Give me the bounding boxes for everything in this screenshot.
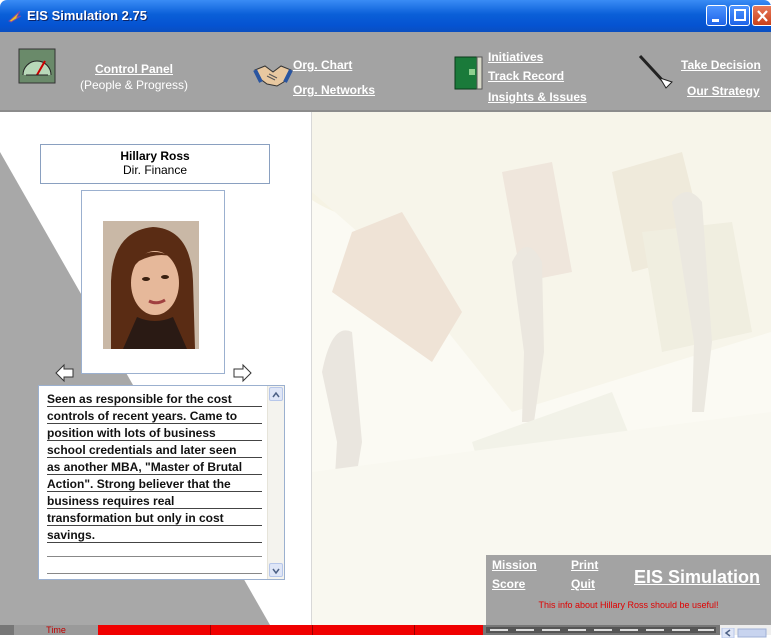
take-decision-link[interactable]: Take Decision <box>681 58 761 72</box>
bio-line: savings. <box>47 528 96 542</box>
maximize-button[interactable] <box>729 5 750 26</box>
content-area: Hillary Ross Dir. Finance Seen as respon… <box>0 112 771 625</box>
maximize-icon <box>734 9 746 21</box>
time-separator <box>414 625 415 635</box>
chevron-up-icon <box>272 391 280 398</box>
gauge-icon[interactable] <box>18 48 56 84</box>
horizontal-scrollbar[interactable] <box>720 625 771 639</box>
quit-link[interactable]: Quit <box>571 577 595 591</box>
chevron-down-icon <box>272 568 280 575</box>
time-separator <box>210 625 211 635</box>
eis-app-icon <box>8 10 22 23</box>
org-chart-link[interactable]: Org. Chart <box>293 58 352 72</box>
window-title: EIS Simulation 2.75 <box>27 8 147 23</box>
time-label: Time <box>14 625 98 635</box>
close-button[interactable] <box>752 5 771 26</box>
print-link[interactable]: Print <box>571 558 598 572</box>
org-networks-link[interactable]: Org. Networks <box>293 83 375 97</box>
background-scene <box>312 112 771 625</box>
minimize-icon <box>712 19 719 22</box>
info-panel: Mission Score Print Quit EIS Simulation … <box>486 555 771 625</box>
control-panel-link[interactable]: Control Panel <box>95 62 173 76</box>
bio-line: Seen as responsible for the cost <box>47 392 232 406</box>
info-message: This info about Hillary Ross should be u… <box>538 600 719 610</box>
empty-line <box>47 573 262 574</box>
bio-line: position with lots of business <box>47 426 216 440</box>
person-role: Dir. Finance <box>122 163 188 177</box>
bio-line: controls of recent years. Came to <box>47 409 238 423</box>
brand-title: EIS Simulation <box>634 567 761 587</box>
insights-issues-link[interactable]: Insights & Issues <box>488 90 587 104</box>
next-arrow-icon[interactable] <box>232 363 252 383</box>
handshake-icon[interactable] <box>253 56 293 90</box>
score-link[interactable]: Score <box>492 577 525 591</box>
photo-frame <box>81 190 225 374</box>
our-strategy-link[interactable]: Our Strategy <box>687 84 760 98</box>
pointer-icon[interactable] <box>636 52 676 92</box>
minimize-button[interactable] <box>706 5 727 26</box>
empty-line <box>47 556 262 557</box>
bio-line: business requires real <box>47 494 175 508</box>
person-name-card: Hillary Ross Dir. Finance <box>40 144 270 184</box>
main-toolbar: Control Panel (People & Progress) Org. C… <box>0 32 771 112</box>
scroll-down-button[interactable] <box>269 563 283 577</box>
time-separator <box>312 625 313 635</box>
control-panel-subtitle: (People & Progress) <box>80 78 189 92</box>
person-photo <box>103 221 199 349</box>
mission-link[interactable]: Mission <box>492 558 537 572</box>
time-progress-bar <box>98 625 483 635</box>
bio-text: Seen as responsible for the cost control… <box>47 391 262 544</box>
previous-arrow-icon[interactable] <box>55 363 75 383</box>
segment-dashes <box>486 627 716 633</box>
bio-line: as another MBA, "Master of Brutal <box>47 460 243 474</box>
bio-scrollbar[interactable] <box>267 386 284 579</box>
profile-panel: Hillary Ross Dir. Finance Seen as respon… <box>0 112 312 625</box>
scroll-up-button[interactable] <box>269 387 283 401</box>
faded-people-illustration <box>312 112 771 625</box>
initiatives-link[interactable]: Initiatives <box>488 50 543 64</box>
close-icon <box>757 10 768 22</box>
book-icon[interactable] <box>453 55 485 91</box>
bio-line: transformation but only in cost <box>47 511 224 525</box>
person-name: Hillary Ross <box>120 149 190 163</box>
chevron-left-icon[interactable] <box>720 627 771 639</box>
title-bar: EIS Simulation 2.75 <box>0 0 771 32</box>
bio-line: school credentials and later seen <box>47 443 237 457</box>
track-record-link[interactable]: Track Record <box>488 69 564 83</box>
bio-textarea[interactable]: Seen as responsible for the cost control… <box>38 385 285 580</box>
bio-line: Action". Strong believer that the <box>47 477 231 491</box>
